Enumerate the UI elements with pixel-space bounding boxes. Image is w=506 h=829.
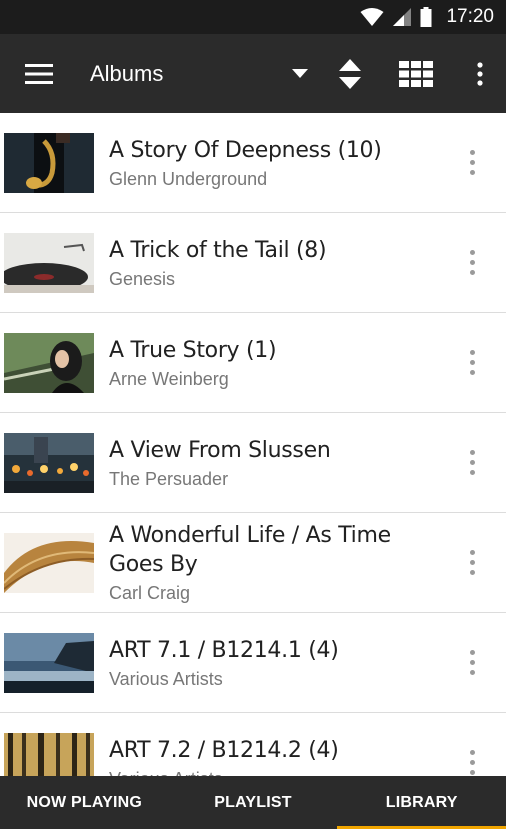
more-vertical-icon	[469, 250, 475, 275]
forest-thumbnail	[4, 732, 94, 776]
album-title: A True Story (1)	[109, 337, 277, 363]
saxophone-player-thumbnail	[4, 132, 94, 193]
album-more-options-button[interactable]	[462, 113, 482, 212]
album-title: A Story Of Deepness (10)	[109, 137, 382, 163]
album-more-options-button[interactable]	[462, 713, 482, 776]
album-row[interactable]: ART 7.2 / B1214.2 (4) Various Artists	[0, 713, 506, 776]
sort-icon	[339, 58, 361, 89]
album-row[interactable]: A True Story (1) Arne Weinberg	[0, 313, 506, 413]
grid-view-icon	[399, 60, 433, 87]
album-title: ART 7.2 / B1214.2 (4)	[109, 737, 339, 763]
more-vertical-icon	[469, 150, 475, 175]
album-cover-image	[4, 432, 94, 493]
album-artist: The Persuader	[109, 468, 229, 489]
album-cover-image	[4, 732, 94, 776]
tab-playlist[interactable]: PLAYLIST	[169, 776, 338, 829]
view-dropdown-button[interactable]	[278, 34, 322, 113]
wood-curve-thumbnail	[4, 532, 94, 593]
overflow-menu-icon	[477, 61, 483, 86]
navigation-menu-button[interactable]	[0, 34, 78, 113]
battery-icon	[420, 7, 432, 27]
menu-icon	[25, 63, 53, 84]
tab-now-playing[interactable]: NOW PLAYING	[0, 776, 169, 829]
album-title: A Trick of the Tail (8)	[109, 237, 327, 263]
more-vertical-icon	[469, 550, 475, 575]
album-row[interactable]: ART 7.1 / B1214.1 (4) Various Artists	[0, 613, 506, 713]
tab-library[interactable]: LIBRARY	[337, 776, 506, 829]
album-row[interactable]: A Trick of the Tail (8) Genesis	[0, 213, 506, 313]
more-vertical-icon	[469, 650, 475, 675]
woman-portrait-thumbnail	[4, 332, 94, 393]
status-time: 17:20	[446, 6, 494, 27]
album-artist: Carl Craig	[109, 583, 191, 603]
album-row[interactable]: A Wonderful Life / As Time Goes By Carl …	[0, 513, 506, 613]
album-cover-image	[4, 132, 94, 193]
album-artist: Various Artists	[109, 768, 444, 777]
app-bar: Albums	[0, 34, 506, 113]
album-artist: Arne Weinberg	[109, 368, 229, 389]
album-title: ART 7.1 / B1214.1 (4)	[109, 637, 339, 663]
album-more-options-button[interactable]	[462, 413, 482, 512]
album-more-options-button[interactable]	[462, 613, 482, 712]
cellular-signal-icon	[393, 8, 412, 26]
album-more-options-button[interactable]	[462, 313, 482, 412]
album-artist: Glenn Underground	[109, 168, 268, 189]
album-cover-image	[4, 232, 94, 293]
dropdown-arrow-icon	[292, 68, 308, 78]
page-title: Albums	[90, 60, 164, 86]
album-title: A View From Slussen	[109, 437, 331, 463]
sort-button[interactable]	[322, 34, 378, 113]
seaside-cliffs-thumbnail	[4, 632, 94, 693]
city-lights-thumbnail	[4, 432, 94, 493]
album-cover-image	[4, 332, 94, 393]
album-row[interactable]: A Story Of Deepness (10) Glenn Undergrou…	[0, 113, 506, 213]
turntable-thumbnail	[4, 232, 94, 293]
grid-view-button[interactable]	[378, 34, 454, 113]
album-artist: Genesis	[109, 268, 176, 289]
album-title: A Wonderful Life / As Time Goes By	[109, 523, 391, 577]
status-bar: 17:20	[0, 0, 506, 34]
bottom-navigation: NOW PLAYING PLAYLIST LIBRARY	[0, 776, 506, 829]
album-cover-image	[4, 632, 94, 693]
album-cover-image	[4, 532, 94, 593]
more-vertical-icon	[469, 350, 475, 375]
album-artist: Various Artists	[109, 668, 223, 689]
album-list[interactable]: A Story Of Deepness (10) Glenn Undergrou…	[0, 113, 506, 776]
more-vertical-icon	[469, 750, 475, 775]
overflow-menu-button[interactable]	[454, 34, 506, 113]
album-more-options-button[interactable]	[462, 213, 482, 312]
album-more-options-button[interactable]	[462, 513, 482, 612]
album-row[interactable]: A View From Slussen The Persuader	[0, 413, 506, 513]
more-vertical-icon	[469, 450, 475, 475]
wifi-icon	[360, 8, 384, 26]
